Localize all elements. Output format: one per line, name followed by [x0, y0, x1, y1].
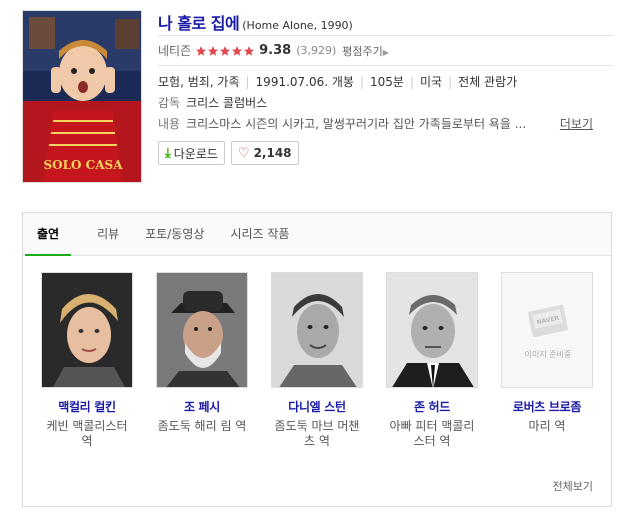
- heart-icon: ♡: [237, 145, 250, 161]
- director-link[interactable]: 크리스 콜럼버스: [186, 96, 267, 110]
- actor-name[interactable]: 맥컬리 컬킨: [41, 398, 133, 415]
- tab-cast[interactable]: 출연: [25, 213, 72, 256]
- director-label: 감독: [158, 96, 181, 110]
- like-button[interactable]: ♡ 2,148: [230, 141, 299, 165]
- meta-description: 내용 크리스마스 시즌의 시카고, 말썽꾸러기라 집안 가족들로부터 욕을 ...…: [158, 114, 613, 135]
- download-icon: ⤓: [165, 145, 171, 161]
- genre: 모험, 범죄, 가족: [158, 75, 240, 89]
- movie-meta: 모험, 범죄, 가족 | 1991.07.06. 개봉 | 105분 | 미국 | 전체 관람가…: [158, 72, 613, 135]
- actor-role: 케빈 맥콜리스터 역: [46, 419, 128, 448]
- actor-name[interactable]: 다니엘 스턴: [271, 398, 363, 415]
- download-button[interactable]: ⤓ 다운로드: [158, 141, 225, 165]
- actor-photo[interactable]: [271, 272, 363, 388]
- cast-panel: 출연 리뷰 포토/동영상 시리즈 작품 맥컬리 컬킨 케빈 맥콜리스터 역 조 …: [22, 212, 612, 507]
- star-icon: [220, 45, 231, 56]
- actor-name[interactable]: 조 페시: [156, 398, 248, 415]
- star-icon: [244, 45, 255, 56]
- divider: |: [409, 75, 415, 89]
- age-rating: 전체 관람가: [458, 75, 518, 89]
- title-row: 나 홀로 집에 (Home Alone, 1990): [158, 10, 613, 36]
- movie-info: 나 홀로 집에 (Home Alone, 1990) 네티즌 9.38 (3,92…: [158, 10, 613, 165]
- cast-member[interactable]: NAVER 이미지 준비중 로버츠 브로좀 마리 역: [501, 272, 593, 449]
- star-icon: [196, 45, 207, 56]
- star-rating: [195, 45, 255, 57]
- movie-subtitle: (Home Alone, 1990): [242, 19, 353, 32]
- country: 미국: [420, 75, 443, 89]
- cast-member[interactable]: 조 페시 좀도둑 해리 림 역: [156, 272, 248, 449]
- cast-member[interactable]: 맥컬리 컬킨 케빈 맥콜리스터 역: [41, 272, 133, 449]
- meta-basic: 모험, 범죄, 가족 | 1991.07.06. 개봉 | 105분 | 미국 | 전체 관람가: [158, 72, 613, 93]
- runtime: 105분: [370, 75, 404, 89]
- description-text: 크리스마스 시즌의 시카고, 말썽꾸러기라 집안 가족들로부터 욕을 ...: [186, 117, 527, 131]
- tab-series[interactable]: 시리즈 작품: [230, 213, 289, 256]
- rate-link-label: 평점주기: [342, 44, 383, 58]
- actor-role: 좀도둑 해리 림 역: [157, 419, 247, 433]
- star-icon: [208, 45, 219, 56]
- tab-reviews[interactable]: 리뷰: [97, 213, 119, 256]
- divider: |: [448, 75, 453, 89]
- actor-photo[interactable]: [156, 272, 248, 388]
- rating-label: 네티즌: [158, 44, 192, 58]
- review-count: (3,929): [296, 44, 337, 57]
- placeholder-text: 이미지 준비중: [525, 349, 572, 359]
- movie-poster[interactable]: SOLO CASA: [22, 10, 142, 183]
- caret-right-icon: ▶: [382, 47, 389, 57]
- rate-button[interactable]: 평점주기▶: [342, 43, 389, 59]
- cast-member[interactable]: 다니엘 스턴 좀도둑 마브 머챈츠 역: [271, 272, 363, 449]
- like-count: 2,148: [253, 146, 292, 160]
- description-label: 내용: [158, 117, 181, 131]
- actor-name[interactable]: 로버츠 브로좀: [501, 398, 593, 415]
- actor-role: 아빠 피터 맥콜리스터 역: [389, 419, 475, 448]
- tab-photo-video[interactable]: 포토/동영상: [145, 213, 204, 256]
- cast-list: 맥컬리 컬킨 케빈 맥콜리스터 역 조 페시 좀도둑 해리 림 역 다니엘 스턴…: [41, 272, 593, 449]
- star-icon: [232, 45, 243, 56]
- action-buttons: ⤓ 다운로드 ♡ 2,148: [158, 141, 613, 165]
- rating-row: 네티즌 9.38 (3,929) 평점주기▶: [158, 36, 613, 66]
- release-date: 1991.07.06. 개봉: [255, 75, 354, 89]
- actor-photo-placeholder[interactable]: NAVER 이미지 준비중: [501, 272, 593, 388]
- divider: |: [245, 75, 250, 89]
- download-label: 다운로드: [173, 146, 218, 161]
- actor-name[interactable]: 존 허드: [386, 398, 478, 415]
- actor-role: 마리 역: [528, 419, 566, 433]
- poster-title-text: SOLO CASA: [43, 158, 123, 172]
- actor-role: 좀도둑 마브 머챈츠 역: [274, 419, 360, 448]
- cast-member[interactable]: 존 허드 아빠 피터 맥콜리스터 역: [386, 272, 478, 449]
- rating-score: 9.38: [259, 43, 292, 58]
- actor-photo[interactable]: [41, 272, 133, 388]
- more-link[interactable]: 더보기: [555, 114, 593, 135]
- tab-bar: 출연 리뷰 포토/동영상 시리즈 작품: [23, 213, 611, 256]
- actor-photo[interactable]: [386, 272, 478, 388]
- movie-title[interactable]: 나 홀로 집에: [158, 14, 240, 33]
- meta-director: 감독 크리스 콜럼버스: [158, 93, 613, 114]
- divider: |: [359, 75, 365, 89]
- see-all-link[interactable]: 전체보기: [553, 478, 593, 494]
